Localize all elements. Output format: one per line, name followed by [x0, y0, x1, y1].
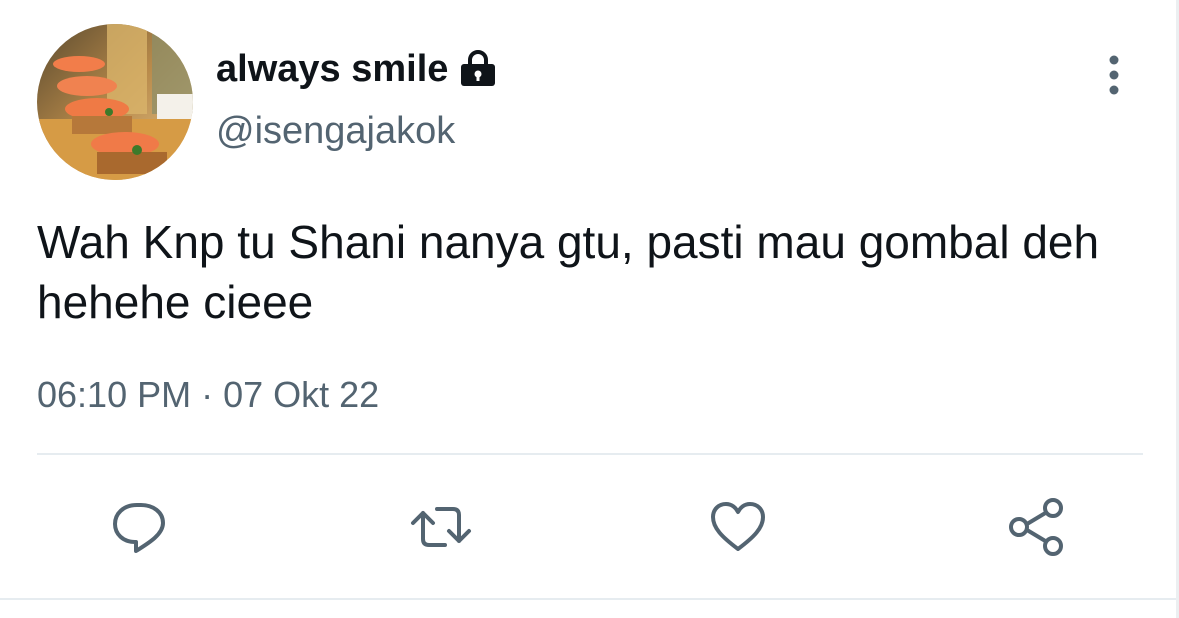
sushi-photo-avatar-icon: [37, 24, 193, 180]
share-icon: [1005, 497, 1069, 557]
bottom-divider: [0, 598, 1179, 600]
avatar[interactable]: [37, 24, 193, 180]
name-row: always smile: [216, 44, 498, 94]
divider: [37, 453, 1143, 455]
tweet-text: Wah Knp tu Shani nanya gtu, pasti mau go…: [37, 216, 1100, 328]
retweet-button[interactable]: [406, 492, 476, 562]
tweet-timestamp[interactable]: 06:10 PM · 07 Okt 22: [37, 374, 379, 416]
lock-icon: [458, 50, 498, 88]
retweet-icon: [409, 499, 473, 555]
display-name[interactable]: always smile: [216, 48, 448, 91]
like-button[interactable]: [703, 492, 773, 562]
heart-icon: [708, 499, 768, 555]
reply-button[interactable]: [104, 492, 174, 562]
more-vertical-icon[interactable]: [1098, 52, 1130, 98]
user-handle[interactable]: @isengajakok: [216, 110, 455, 153]
tweet-card: always smile @isengajakok Wah Knp tu Sha…: [0, 0, 1179, 600]
action-bar: [0, 492, 1179, 562]
share-button[interactable]: [1002, 492, 1072, 562]
reply-icon: [109, 497, 169, 557]
